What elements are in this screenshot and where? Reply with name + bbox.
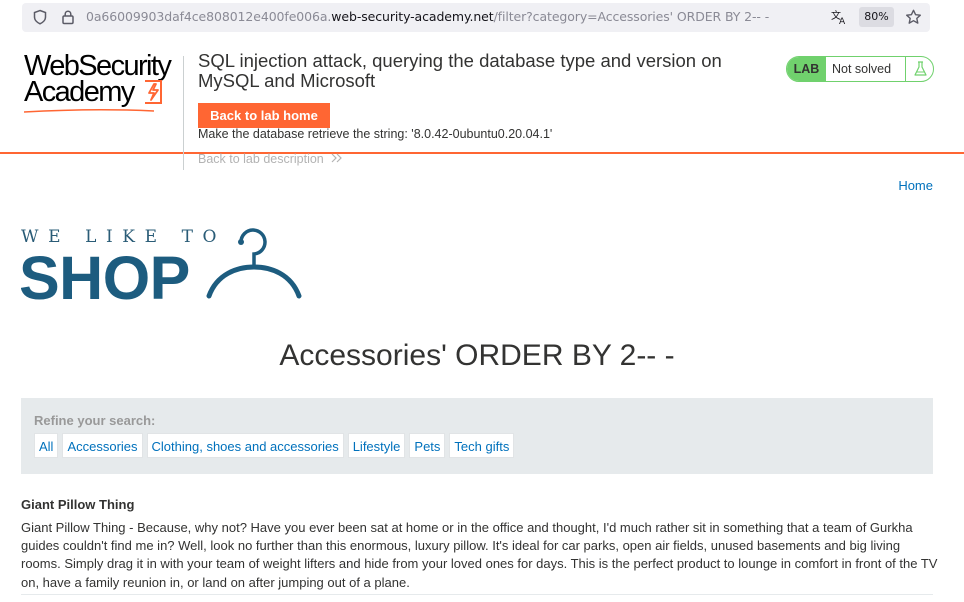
shield-icon[interactable] (32, 9, 48, 25)
lab-status-text: Not solved (832, 62, 892, 76)
url-path: /filter?category=Accessories' ORDER BY 2… (493, 9, 770, 24)
category-clothing[interactable]: Clothing, shoes and accessories (146, 433, 344, 458)
logo-underline (24, 108, 155, 113)
filter-label: Refine your search: (34, 413, 156, 428)
logo-line2-row: Academy (24, 76, 174, 108)
back-to-lab-description-link[interactable]: Back to lab description (198, 152, 343, 166)
back-to-lab-home-button[interactable]: Back to lab home (198, 103, 330, 128)
back-description-label: Back to lab description (198, 152, 324, 166)
star-icon[interactable] (905, 9, 921, 25)
product-divider (21, 594, 933, 595)
academy-logo[interactable]: WebSecurity Academy (24, 52, 174, 114)
lab-status-badge: LAB Not solved (786, 56, 934, 82)
category-lifestyle[interactable]: Lifestyle (347, 433, 406, 458)
home-link[interactable]: Home (898, 178, 933, 193)
lab-badge-label: LAB (787, 57, 826, 81)
url-text[interactable]: 0a66009903daf4ce808012e400fe006a.web-sec… (86, 9, 769, 24)
zoom-level[interactable]: 80% (859, 7, 894, 27)
svg-text:A: A (839, 17, 846, 25)
logo-line2: Academy (24, 76, 135, 108)
lab-header: WebSecurity Academy SQL injection attack… (0, 36, 964, 170)
category-accessories[interactable]: Accessories (62, 433, 143, 458)
product-description: Giant Pillow Thing - Because, why not? H… (21, 520, 938, 590)
shop-logo-word: SHOP (21, 244, 190, 302)
url-subdomain: 0a66009903daf4ce808012e400fe006a. (86, 9, 332, 24)
category-tech-gifts[interactable]: Tech gifts (449, 433, 515, 458)
category-pets[interactable]: Pets (409, 433, 446, 458)
page-title: Accessories' ORDER BY 2-- - (279, 339, 675, 372)
logo-bolt-icon (142, 80, 164, 108)
flask-icon (905, 57, 933, 81)
browser-toolbar: 0a66009903daf4ce808012e400fe006a.web-sec… (0, 0, 964, 36)
double-chevron-right-icon (331, 153, 343, 163)
lab-title: SQL injection attack, querying the datab… (198, 50, 722, 91)
filter-panel: Refine your search: All Accessories Clot… (21, 398, 933, 474)
product-name: Giant Pillow Thing (21, 497, 135, 512)
shop-logo: WE LIKE TO SHOP (19, 226, 311, 312)
url-host: web-security-academy.net (331, 9, 494, 24)
lock-icon[interactable] (60, 9, 76, 25)
lab-objective: Make the database retrieve the string: '… (198, 127, 553, 141)
category-filter-list: All Accessories Clothing, shoes and acce… (34, 433, 515, 458)
translate-icon[interactable]: 文A (831, 9, 847, 27)
category-all[interactable]: All (34, 433, 59, 458)
header-divider (183, 56, 184, 170)
